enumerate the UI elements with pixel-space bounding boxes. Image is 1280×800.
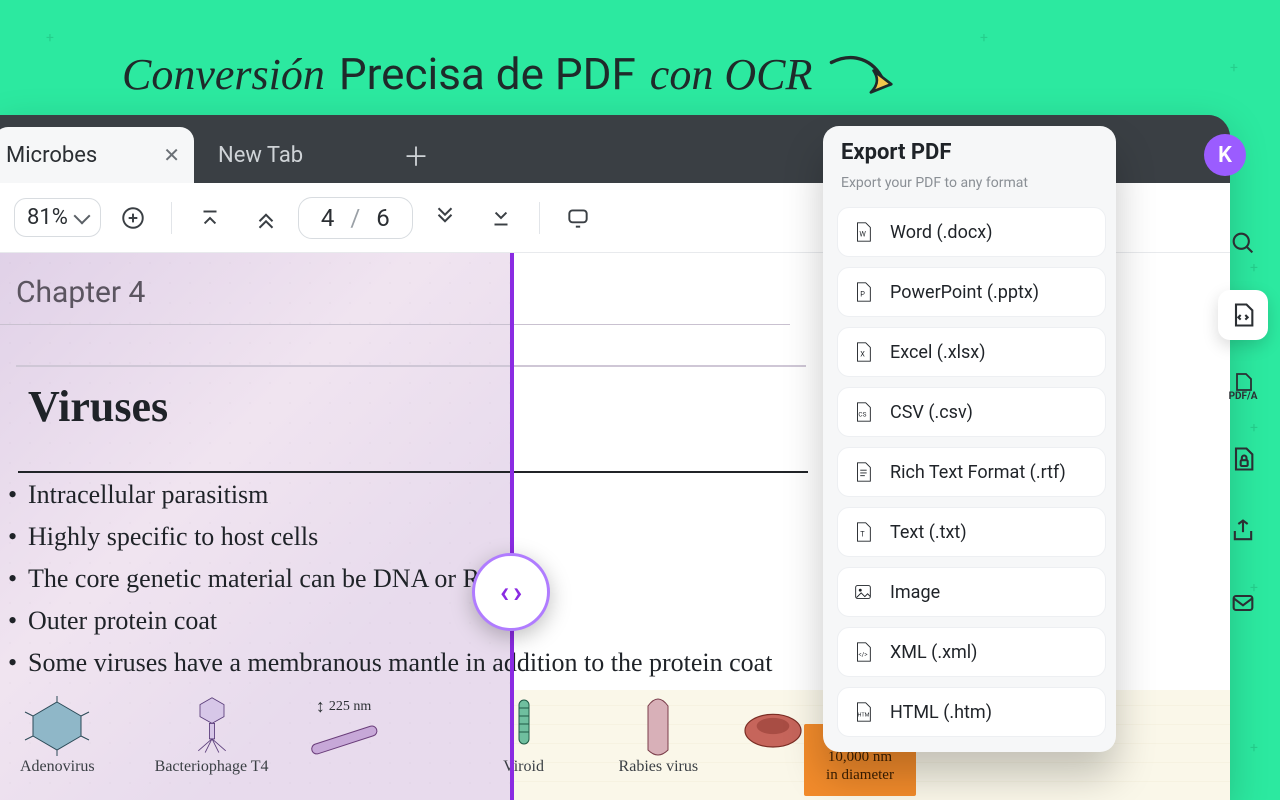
- next-page-button[interactable]: [421, 194, 469, 242]
- page-indicator[interactable]: 4 / 6: [298, 197, 413, 239]
- sketch-label: Rabies virus: [619, 758, 699, 776]
- svg-text:W: W: [859, 230, 866, 239]
- first-page-button[interactable]: [186, 194, 234, 242]
- last-page-button[interactable]: [477, 194, 525, 242]
- prev-page-button[interactable]: [242, 194, 290, 242]
- excel-file-icon: X: [852, 341, 874, 363]
- tab-new[interactable]: New Tab: [194, 127, 394, 183]
- export-pdf-panel: Export PDF Export your PDF to any format…: [823, 126, 1116, 752]
- chapter-rule: [16, 365, 806, 367]
- tab-microbes[interactable]: Microbes ✕: [0, 127, 194, 183]
- arrow-icon: [826, 50, 894, 98]
- xml-file-icon: </>: [852, 641, 874, 663]
- pdfa-label: PDF/A: [1229, 392, 1258, 402]
- marketing-headline: Conversión Precisa de PDF con OCR: [122, 48, 894, 100]
- sketch-viroid: Viroid: [489, 696, 559, 794]
- image-file-icon: [852, 581, 874, 603]
- sketch-adenovirus: Adenovirus: [20, 696, 95, 794]
- svg-text:CS: CS: [858, 411, 866, 419]
- sketch-label: Adenovirus: [20, 758, 95, 776]
- compare-slider-handle[interactable]: ‹ ›: [472, 553, 550, 631]
- zoom-dropdown[interactable]: 81%: [14, 198, 101, 237]
- html-file-icon: HTM: [852, 701, 874, 723]
- headline-part1: Conversión: [122, 49, 325, 100]
- headline-part3: con OCR: [650, 49, 813, 100]
- export-subtitle: Export your PDF to any format: [837, 175, 1106, 197]
- option-label: CSV (.csv): [890, 402, 973, 423]
- export-option-word[interactable]: W Word (.docx): [837, 207, 1106, 257]
- option-label: Text (.txt): [890, 522, 967, 543]
- compare-divider[interactable]: [510, 253, 514, 800]
- avatar-initial: K: [1218, 143, 1232, 168]
- chevron-right-icon: ›: [513, 575, 522, 610]
- svg-text:</>: </>: [858, 651, 868, 659]
- zoom-in-button[interactable]: [109, 194, 157, 242]
- separator: [539, 202, 540, 234]
- option-label: Word (.docx): [890, 222, 992, 243]
- chapter-heading: Chapter 4: [0, 253, 790, 325]
- export-option-csv[interactable]: CS CSV (.csv): [837, 387, 1106, 437]
- sketch-label: Bacteriophage T4: [155, 758, 269, 776]
- svg-text:P: P: [860, 290, 865, 299]
- option-label: PowerPoint (.pptx): [890, 282, 1039, 303]
- export-option-excel[interactable]: X Excel (.xlsx): [837, 327, 1106, 377]
- svg-text:HTM: HTM: [858, 713, 870, 719]
- sketch-measure: ↕225 nm: [299, 696, 389, 794]
- avatar[interactable]: K: [1204, 134, 1246, 176]
- add-tab-button[interactable]: ＋: [394, 127, 438, 183]
- title-rule: [18, 471, 808, 473]
- export-option-image[interactable]: Image: [837, 567, 1106, 617]
- sketch-rabies: Rabies virus: [619, 696, 699, 794]
- option-label: Image: [890, 582, 940, 603]
- export-option-text[interactable]: T Text (.txt): [837, 507, 1106, 557]
- option-label: Rich Text Format (.rtf): [890, 462, 1066, 483]
- export-option-html[interactable]: HTM HTML (.htm): [837, 687, 1106, 737]
- measure-label: 225 nm: [329, 699, 371, 715]
- option-label: XML (.xml): [890, 642, 977, 663]
- tab-label: New Tab: [218, 143, 303, 168]
- tab-label: Microbes: [6, 143, 97, 168]
- mail-button[interactable]: [1218, 578, 1268, 628]
- search-button[interactable]: [1218, 218, 1268, 268]
- txt-file-icon: T: [852, 521, 874, 543]
- right-tool-rail: PDF/A: [1206, 126, 1280, 756]
- presentation-button[interactable]: [554, 194, 602, 242]
- ppt-file-icon: P: [852, 281, 874, 303]
- pdfa-button[interactable]: PDF/A: [1218, 362, 1268, 412]
- sketch-bloodcell: [738, 696, 808, 794]
- export-title: Export PDF: [837, 140, 1106, 165]
- csv-file-icon: CS: [852, 401, 874, 423]
- export-option-rtf[interactable]: Rich Text Format (.rtf): [837, 447, 1106, 497]
- sketch-bacteriophage: Bacteriophage T4: [155, 696, 269, 794]
- export-option-powerpoint[interactable]: P PowerPoint (.pptx): [837, 267, 1106, 317]
- note-line: in diameter: [808, 766, 912, 784]
- share-button[interactable]: [1218, 506, 1268, 556]
- option-label: HTML (.htm): [890, 702, 992, 723]
- svg-text:T: T: [860, 530, 865, 539]
- close-icon[interactable]: ✕: [163, 143, 180, 167]
- chevron-left-icon: ‹: [500, 575, 509, 610]
- word-file-icon: W: [852, 221, 874, 243]
- option-label: Excel (.xlsx): [890, 342, 986, 363]
- page-total: 6: [376, 204, 390, 232]
- separator: [171, 202, 172, 234]
- headline-part2: Precisa de PDF: [339, 48, 636, 100]
- export-option-xml[interactable]: </> XML (.xml): [837, 627, 1106, 677]
- svg-text:X: X: [860, 350, 865, 359]
- zoom-value: 81%: [27, 205, 68, 230]
- convert-button[interactable]: [1218, 290, 1268, 340]
- chevron-down-icon: [73, 207, 90, 224]
- page-current: 4: [321, 204, 335, 232]
- protect-button[interactable]: [1218, 434, 1268, 484]
- rtf-file-icon: [852, 461, 874, 483]
- page-slash: /: [350, 204, 360, 232]
